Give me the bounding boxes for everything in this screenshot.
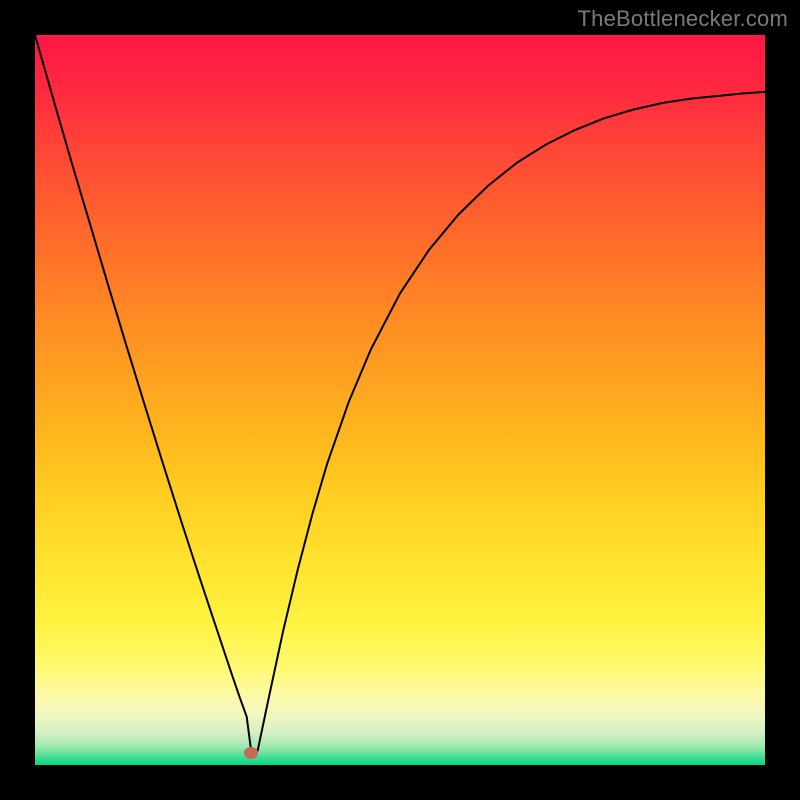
minimum-marker xyxy=(244,747,258,759)
outer-frame: TheBottlenecker.com xyxy=(0,0,800,800)
curve-layer xyxy=(35,35,765,765)
watermark-text: TheBottlenecker.com xyxy=(578,6,788,32)
plot-area xyxy=(35,35,765,765)
bottleneck-curve xyxy=(35,35,765,750)
